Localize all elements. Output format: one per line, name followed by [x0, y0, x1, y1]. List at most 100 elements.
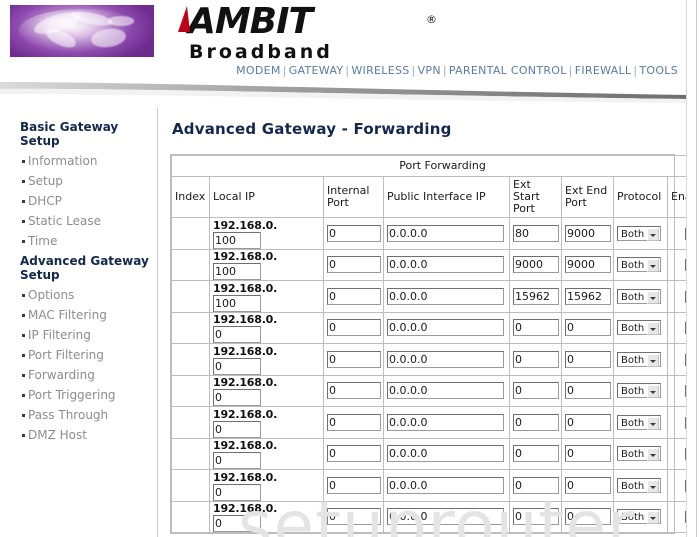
internal-port-input[interactable] [327, 382, 381, 400]
nav-item-tools[interactable]: TOOLS [639, 64, 678, 77]
internal-port-input[interactable] [327, 287, 381, 305]
protocol-select[interactable]: Both [617, 288, 661, 304]
cell-protocol: Both [613, 437, 668, 470]
ext-start-port-input[interactable] [513, 382, 559, 400]
nav-item-modem[interactable]: MODEM [236, 64, 281, 77]
cell-public-interface-ip [383, 217, 510, 250]
protocol-select[interactable]: Both [617, 225, 661, 241]
nav-item-vpn[interactable]: VPN [418, 64, 441, 77]
sidebar-item-dhcp[interactable]: DHCP [20, 191, 157, 211]
cell-ext-end-port [561, 311, 614, 344]
internal-port-input[interactable] [327, 256, 381, 274]
local-ip-input[interactable] [213, 452, 261, 469]
registered-mark: ® [426, 13, 437, 26]
globe-icon [8, 3, 156, 59]
protocol-select[interactable]: Both [617, 446, 661, 462]
sidebar-item-mac-filtering[interactable]: MAC Filtering [20, 305, 157, 325]
port-forwarding-table-wrap: Port Forwarding Index Local IP Internal … [170, 154, 700, 534]
internal-port-input[interactable] [327, 224, 381, 242]
ext-end-port-input[interactable] [565, 445, 611, 463]
ext-end-port-input[interactable] [565, 476, 611, 494]
public-interface-ip-input[interactable] [387, 382, 504, 400]
local-ip-input[interactable] [213, 515, 261, 532]
cell-ext-end-port [561, 217, 614, 250]
protocol-select[interactable]: Both [617, 383, 661, 399]
local-ip-input[interactable] [213, 326, 261, 343]
sidebar-item-pass-through[interactable]: Pass Through [20, 405, 157, 425]
sidebar-item-options[interactable]: Options [20, 285, 157, 305]
protocol-select[interactable]: Both [617, 320, 661, 336]
ext-end-port-input[interactable] [565, 256, 611, 274]
public-interface-ip-input[interactable] [387, 319, 504, 337]
internal-port-input[interactable] [327, 445, 381, 463]
cell-protocol: Both [613, 217, 668, 250]
ext-end-port-input[interactable] [565, 287, 611, 305]
scrollbar-edge[interactable] [686, 0, 700, 537]
ext-start-port-input[interactable] [513, 287, 559, 305]
ext-start-port-input[interactable] [513, 350, 559, 368]
public-interface-ip-input[interactable] [387, 476, 504, 494]
ext-end-port-input[interactable] [565, 413, 611, 431]
cell-internal-port [323, 343, 384, 376]
sidebar-item-static-lease[interactable]: Static Lease [20, 211, 157, 231]
nav-item-firewall[interactable]: FIREWALL [575, 64, 632, 77]
protocol-select[interactable]: Both [617, 477, 661, 493]
local-ip-input[interactable] [213, 357, 261, 375]
protocol-select[interactable]: Both [617, 509, 661, 525]
cell-local-ip: 192.168.0. [209, 500, 324, 533]
public-interface-ip-input[interactable] [387, 508, 504, 526]
sidebar-item-time[interactable]: Time [20, 231, 157, 251]
cell-ext-start-port [509, 248, 562, 281]
sidebar-item-forwarding[interactable]: Forwarding [20, 365, 157, 385]
ext-end-port-input[interactable] [565, 508, 611, 526]
local-ip-input[interactable] [213, 483, 261, 501]
cell-index [171, 280, 210, 313]
sidebar-item-information[interactable]: Information [20, 151, 157, 171]
bullet-icon [22, 393, 25, 397]
sidebar-item-dmz-host[interactable]: DMZ Host [20, 425, 157, 445]
protocol-value: Both [621, 386, 645, 398]
sidebar-item-port-triggering[interactable]: Port Triggering [20, 385, 157, 405]
sidebar-item-label: Port Triggering [28, 388, 116, 402]
ext-start-port-input[interactable] [513, 256, 559, 274]
public-interface-ip-input[interactable] [387, 445, 504, 463]
protocol-select[interactable]: Both [617, 351, 661, 367]
sidebar-item-port-filtering[interactable]: Port Filtering [20, 345, 157, 365]
internal-port-input[interactable] [327, 319, 381, 337]
ext-end-port-input[interactable] [565, 382, 611, 400]
ext-start-port-input[interactable] [513, 508, 559, 526]
local-ip-input[interactable] [213, 294, 261, 312]
local-ip-input[interactable] [213, 389, 261, 406]
ext-start-port-input[interactable] [513, 445, 559, 463]
public-interface-ip-input[interactable] [387, 350, 504, 368]
ext-start-port-input[interactable] [513, 476, 559, 494]
public-interface-ip-input[interactable] [387, 256, 504, 274]
ext-start-port-input[interactable] [513, 413, 559, 431]
public-interface-ip-input[interactable] [387, 413, 504, 431]
internal-port-input[interactable] [327, 508, 381, 526]
ext-end-port-input[interactable] [565, 319, 611, 337]
protocol-select[interactable]: Both [617, 257, 661, 273]
bullet-icon [22, 199, 25, 203]
ext-start-port-input[interactable] [513, 224, 559, 242]
public-interface-ip-input[interactable] [387, 287, 504, 305]
sidebar-heading-basic: Basic Gateway Setup [20, 120, 119, 148]
local-ip-input[interactable] [213, 231, 261, 249]
internal-port-input[interactable] [327, 476, 381, 494]
ext-end-port-input[interactable] [565, 350, 611, 368]
local-ip-input[interactable] [213, 420, 261, 438]
ext-end-port-input[interactable] [565, 224, 611, 242]
protocol-select[interactable]: Both [617, 414, 661, 430]
public-interface-ip-input[interactable] [387, 224, 504, 242]
internal-port-input[interactable] [327, 350, 381, 368]
nav-item-parental-control[interactable]: PARENTAL CONTROL [449, 64, 567, 77]
nav-item-gateway[interactable]: GATEWAY [289, 64, 344, 77]
sidebar-item-ip-filtering[interactable]: IP Filtering [20, 325, 157, 345]
internal-port-input[interactable] [327, 413, 381, 431]
nav-item-wireless[interactable]: WIRELESS [351, 64, 409, 77]
column-header-local-ip: Local IP [209, 176, 324, 218]
cell-protocol: Both [613, 343, 668, 376]
sidebar-item-setup[interactable]: Setup [20, 171, 157, 191]
ext-start-port-input[interactable] [513, 319, 559, 337]
local-ip-input[interactable] [213, 263, 261, 280]
